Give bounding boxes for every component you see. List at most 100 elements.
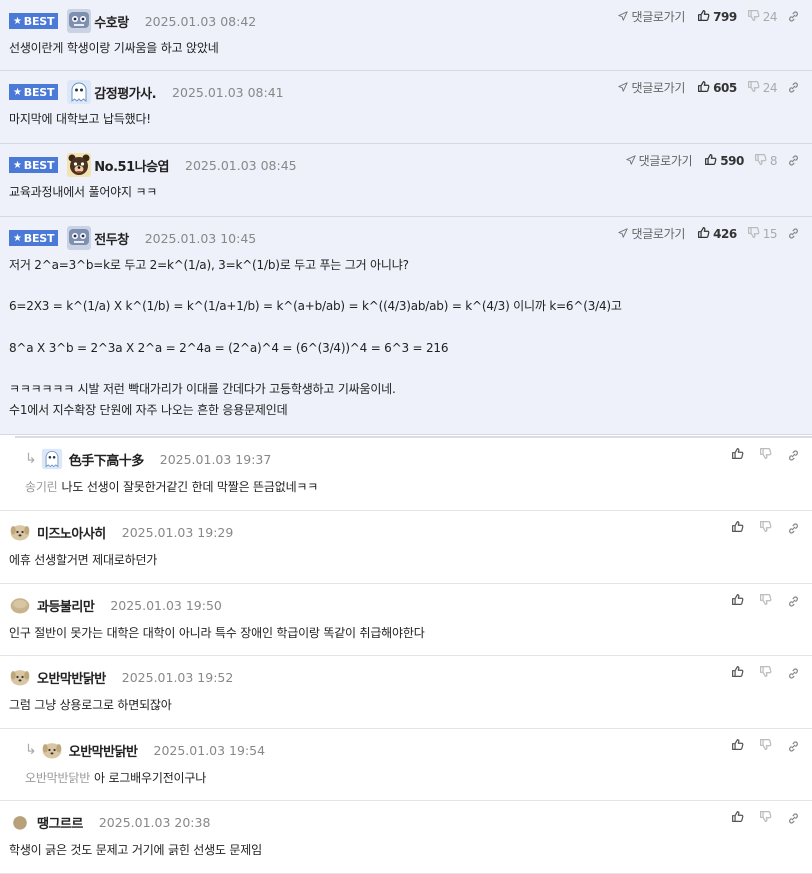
copy-link-icon[interactable] bbox=[787, 227, 800, 240]
upvote-button[interactable] bbox=[731, 665, 747, 681]
avatar[interactable] bbox=[41, 739, 63, 761]
comment-text: 교육과정내에서 풀어야지 ㅋㅋ bbox=[9, 185, 158, 199]
mention-name[interactable]: 오반막반닭반 bbox=[25, 771, 90, 785]
avatar[interactable] bbox=[9, 666, 31, 688]
downvote-button[interactable]: 24 bbox=[747, 80, 778, 96]
avatar[interactable] bbox=[9, 594, 31, 616]
downvote-count: 15 bbox=[762, 226, 778, 241]
author-name[interactable]: 오반막반닭반 bbox=[69, 741, 138, 760]
avatar[interactable] bbox=[66, 79, 92, 105]
avatar[interactable] bbox=[66, 8, 92, 34]
comment-header: ★ BEST 감정평가사. 2025.01.03 08:41 bbox=[9, 79, 284, 105]
avatar[interactable] bbox=[41, 448, 63, 470]
comment-body: 학생이 긁은 것도 문제고 거기에 긁힌 선생도 문제임 bbox=[9, 843, 262, 857]
comment-actions bbox=[731, 447, 800, 463]
downvote-button[interactable] bbox=[759, 665, 775, 681]
downvote-button[interactable] bbox=[759, 447, 775, 463]
upvote-button[interactable]: 605 bbox=[697, 80, 737, 96]
comment-date: 2025.01.03 20:38 bbox=[98, 814, 211, 830]
author-name[interactable]: 오반막반닭반 bbox=[37, 668, 106, 687]
thumbs-up-icon bbox=[731, 810, 747, 826]
upvote-button[interactable]: 590 bbox=[704, 153, 744, 169]
go-to-reply-link[interactable]: 댓글로가기 bbox=[618, 8, 685, 25]
upvote-button[interactable] bbox=[731, 810, 747, 826]
comment-actions bbox=[731, 593, 800, 609]
downvote-button[interactable] bbox=[759, 593, 775, 609]
author-name[interactable]: 감정평가사. bbox=[94, 83, 156, 102]
author-name[interactable]: 땡그르르 bbox=[37, 813, 83, 832]
copy-link-icon[interactable] bbox=[787, 522, 800, 535]
avatar[interactable] bbox=[66, 152, 92, 178]
upvote-count: 426 bbox=[713, 226, 737, 241]
go-to-reply-link[interactable]: 댓글로가기 bbox=[618, 79, 685, 96]
best-badge: ★ BEST bbox=[9, 84, 59, 100]
comment-actions: 댓글로가기 605 24 bbox=[618, 79, 800, 96]
upvote-button[interactable] bbox=[731, 593, 747, 609]
reply-comment: ↳ 色手下高十多 2025.01.03 19:37 송기린 나도 선생이 잘못한거같긴 … bbox=[0, 438, 812, 511]
author-name[interactable]: No.51나승엽 bbox=[94, 156, 169, 175]
copy-link-icon[interactable] bbox=[787, 449, 800, 462]
best-badge: ★ BEST bbox=[9, 13, 59, 29]
comment-actions: 댓글로가기 426 15 bbox=[618, 225, 800, 242]
comment-text: 마지막에 대학보고 납득했다! bbox=[9, 112, 151, 126]
comment-actions: 댓글로가기 590 8 bbox=[625, 152, 800, 169]
comment-header: 오반막반닭반 2025.01.03 19:52 bbox=[9, 666, 233, 688]
upvote-button[interactable]: 799 bbox=[697, 9, 737, 25]
author-name[interactable]: 전두창 bbox=[94, 229, 129, 248]
comment-date: 2025.01.03 19:37 bbox=[159, 451, 272, 467]
thumbs-up-icon bbox=[704, 153, 720, 169]
comment-date: 2025.01.03 08:41 bbox=[172, 84, 284, 100]
upvote-button[interactable]: 426 bbox=[697, 226, 737, 242]
comment-actions: 댓글로가기 799 24 bbox=[618, 8, 800, 25]
copy-link-icon[interactable] bbox=[787, 812, 800, 825]
mention-name[interactable]: 송기린 bbox=[25, 480, 58, 494]
comment-body: 아 로그배우기전이구나 bbox=[94, 771, 207, 785]
author-name[interactable]: 色手下高十多 bbox=[69, 450, 145, 469]
comment-date: 2025.01.03 10:45 bbox=[144, 230, 257, 246]
comment-text: 그럼 그냥 상용로그로 하면되잖아 bbox=[9, 695, 172, 716]
avatar[interactable] bbox=[66, 225, 92, 251]
go-to-reply-link[interactable]: 댓글로가기 bbox=[625, 152, 693, 169]
copy-link-icon[interactable] bbox=[787, 10, 800, 23]
downvote-button[interactable]: 8 bbox=[754, 153, 778, 169]
copy-link-icon[interactable] bbox=[787, 81, 800, 94]
thumbs-up-icon bbox=[697, 226, 713, 242]
best-badge: ★ BEST bbox=[9, 230, 59, 246]
comment-actions bbox=[731, 520, 800, 536]
copy-link-icon[interactable] bbox=[787, 740, 800, 753]
author-name[interactable]: 수호랑 bbox=[94, 12, 129, 31]
best-comment: ★ BEST 전두창 2025.01.03 10:45 댓글로가기 426 15 저거 2^a… bbox=[0, 217, 812, 435]
copy-link-icon[interactable] bbox=[787, 595, 800, 608]
reply-link-label: 댓글로가기 bbox=[638, 154, 693, 168]
go-to-reply-link[interactable]: 댓글로가기 bbox=[618, 225, 685, 242]
best-comment: ★ BEST 수호랑 2025.01.03 08:42 댓글로가기 799 24 선생이란게 … bbox=[0, 0, 812, 71]
thumbs-down-icon bbox=[759, 520, 775, 536]
star-icon: ★ bbox=[13, 86, 22, 98]
downvote-button[interactable] bbox=[759, 520, 775, 536]
downvote-button[interactable]: 15 bbox=[747, 226, 778, 242]
copy-link-icon[interactable] bbox=[787, 154, 800, 167]
author-name[interactable]: 미즈노아사히 bbox=[37, 523, 106, 542]
comment-date: 2025.01.03 08:45 bbox=[185, 157, 297, 173]
avatar[interactable] bbox=[9, 811, 31, 833]
star-icon: ★ bbox=[13, 15, 22, 27]
downvote-button[interactable] bbox=[759, 738, 775, 754]
comment-header: ★ BEST 전두창 2025.01.03 10:45 bbox=[9, 225, 257, 251]
comment-actions bbox=[731, 738, 800, 754]
copy-link-icon[interactable] bbox=[787, 667, 800, 680]
upvote-button[interactable] bbox=[731, 447, 747, 463]
upvote-count: 605 bbox=[713, 80, 737, 95]
thumbs-up-icon bbox=[697, 9, 713, 25]
downvote-count: 24 bbox=[762, 80, 778, 95]
best-divider bbox=[15, 436, 812, 438]
avatar[interactable] bbox=[9, 521, 31, 543]
upvote-button[interactable] bbox=[731, 520, 747, 536]
downvote-button[interactable] bbox=[759, 810, 775, 826]
upvote-button[interactable] bbox=[731, 738, 747, 754]
downvote-button[interactable]: 24 bbox=[747, 9, 778, 25]
star-icon: ★ bbox=[13, 232, 22, 244]
comment-text: 저거 2^a=3^b=k로 두고 2=k^(1/a), 3=k^(1/b)로 두… bbox=[9, 258, 622, 417]
author-name[interactable]: 과등불리만 bbox=[37, 596, 95, 615]
thumbs-down-icon bbox=[747, 9, 763, 25]
upvote-count: 590 bbox=[720, 153, 744, 168]
